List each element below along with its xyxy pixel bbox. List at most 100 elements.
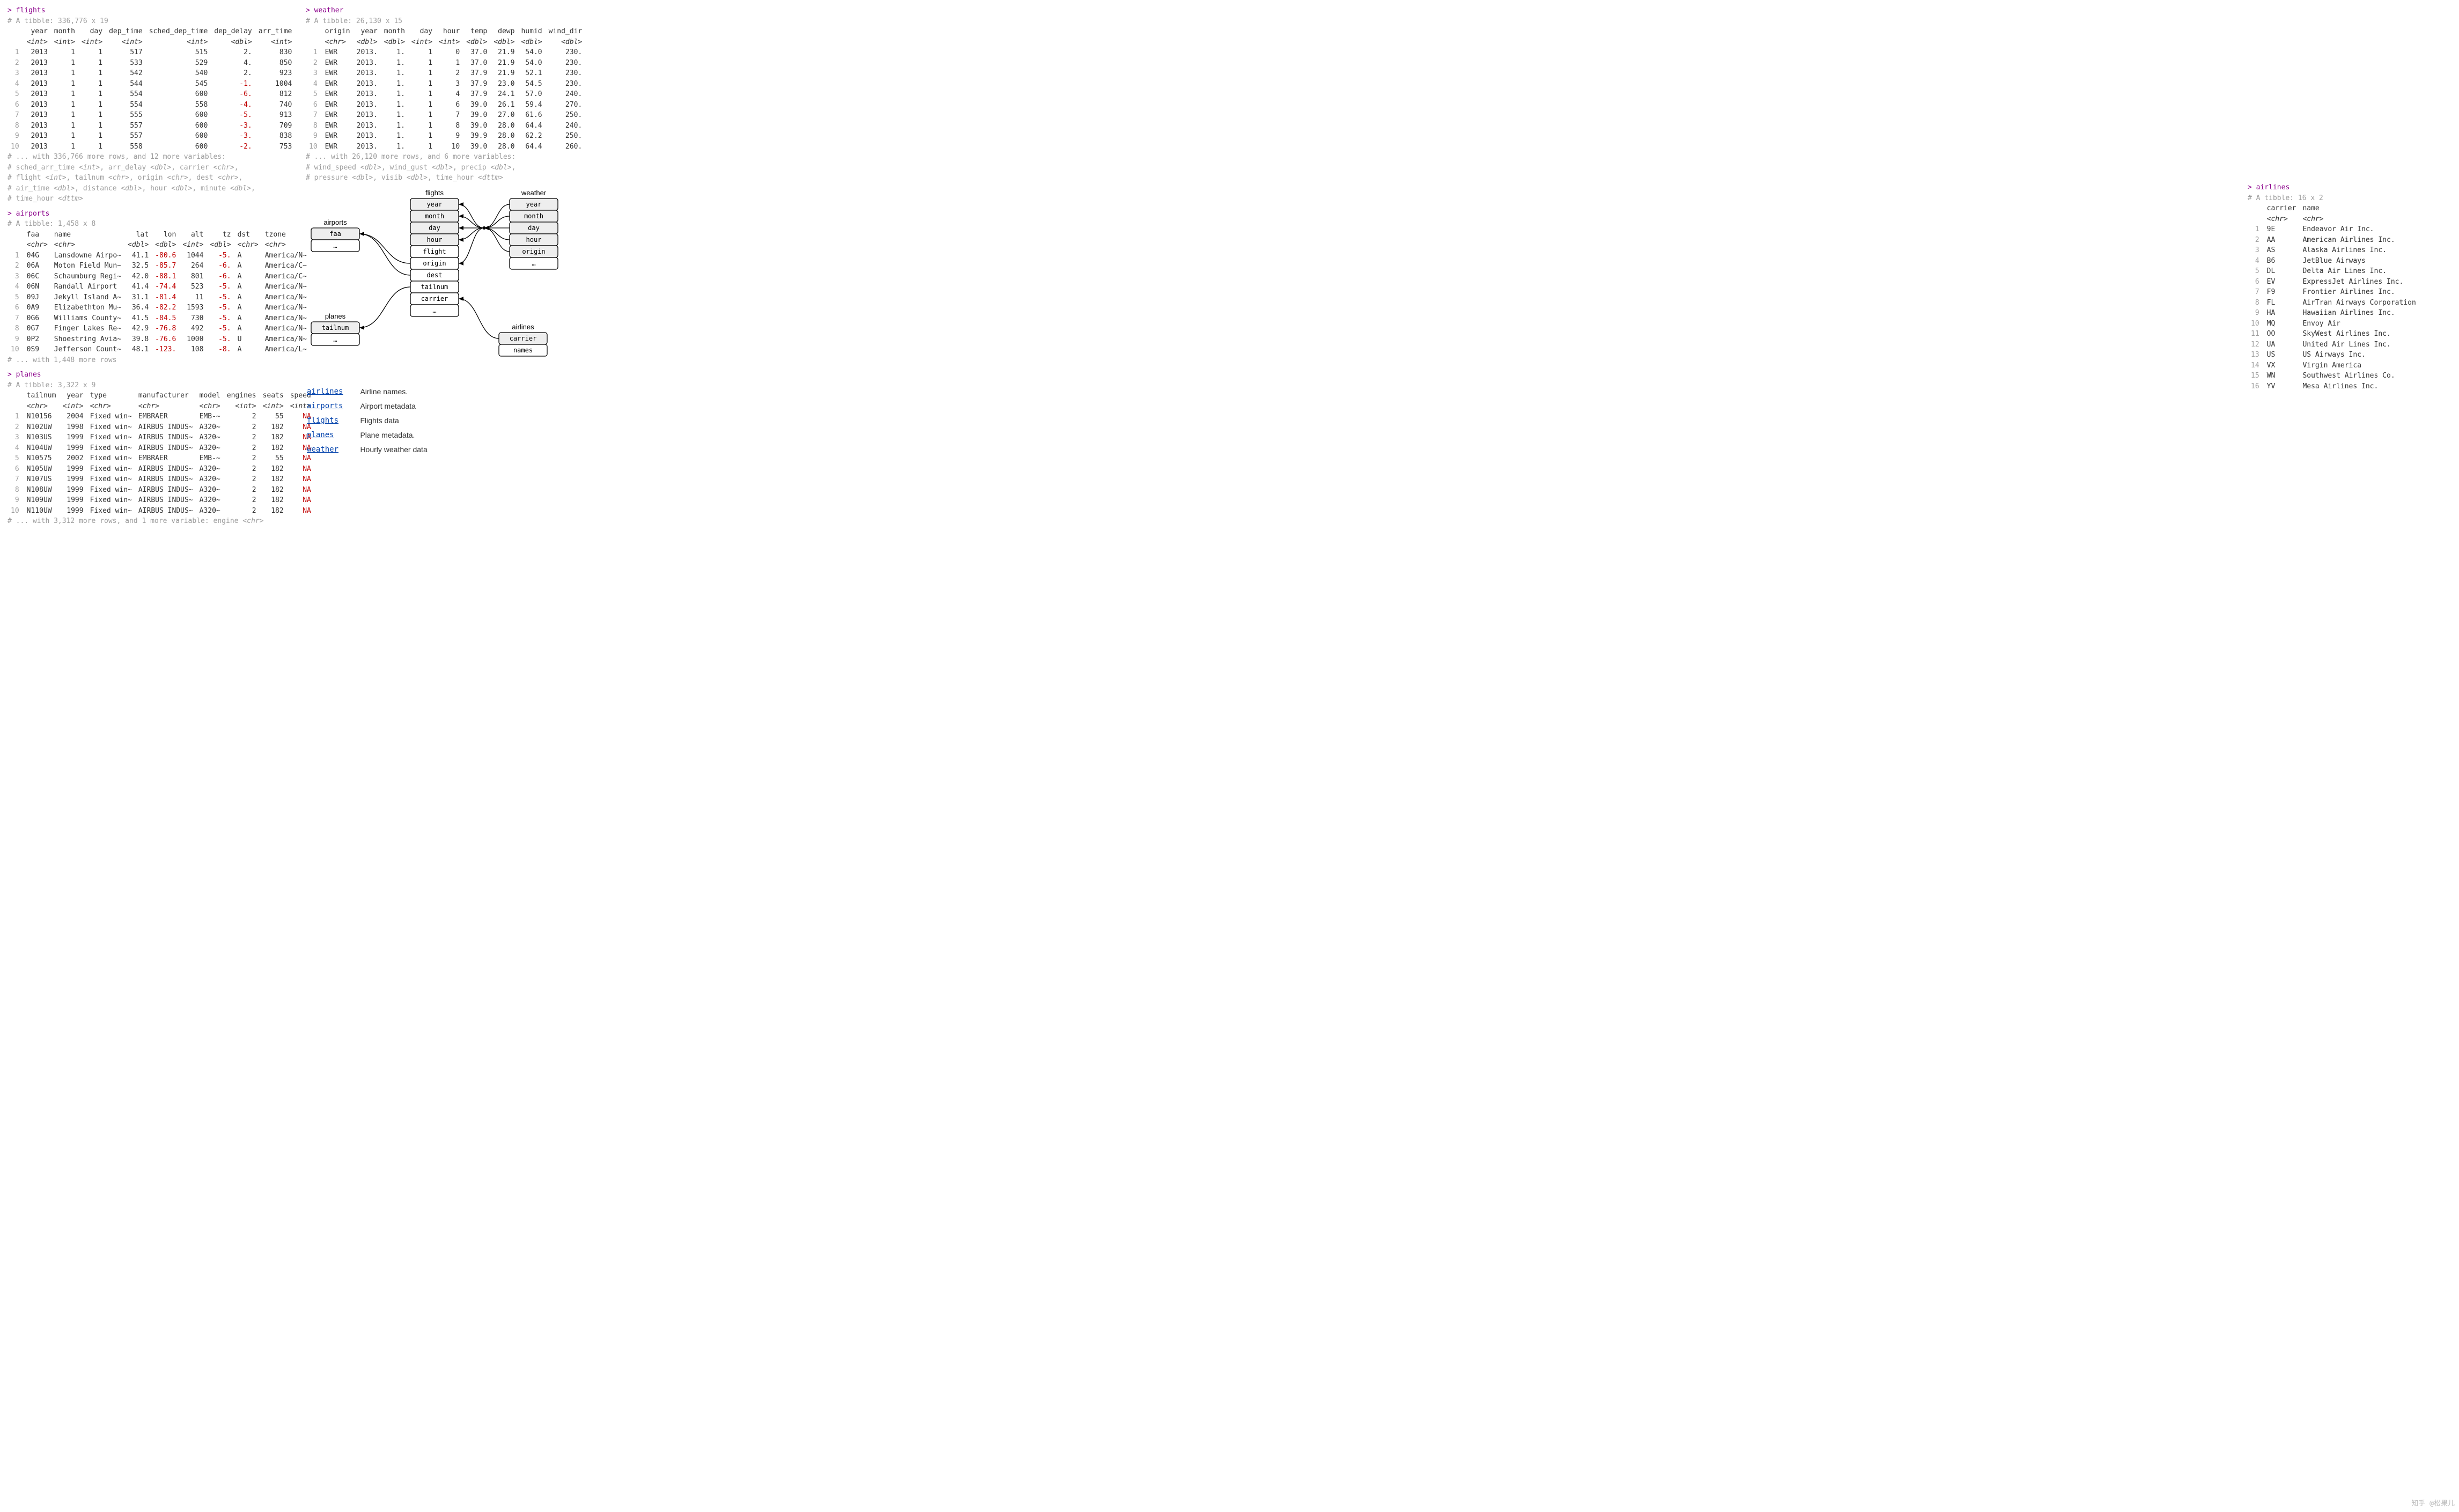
flights-cmd: > flights [8, 5, 297, 16]
col-day: day [408, 26, 436, 37]
table-row: 16YVMesa Airlines Inc. [2248, 381, 2419, 392]
svg-text:weather: weather [521, 189, 547, 197]
svg-text:…: … [432, 307, 436, 314]
table-row: 5N105752002Fixed win~EMBRAEREMB-~255NA [8, 453, 314, 464]
entity-airlines: airlinescarriernames [499, 323, 547, 356]
col-tzone: tzone [262, 230, 310, 240]
col-tz: tz [207, 230, 234, 240]
link-flights[interactable]: flights [307, 416, 338, 425]
link-airports[interactable]: airports [307, 402, 343, 410]
dataset-row-airlines: airlines Airline names. [307, 385, 444, 399]
svg-text:flights: flights [425, 189, 444, 197]
col-month: month [381, 26, 408, 37]
col-seats: seats [260, 390, 287, 401]
table-row: 19EEndeavor Air Inc. [2248, 224, 2419, 235]
col-year: year [24, 26, 51, 37]
svg-text:airlines: airlines [512, 323, 534, 331]
svg-text:day: day [429, 224, 440, 232]
col-dep_time: dep_time [106, 26, 146, 37]
dataset-row-planes: planes Plane metadata. [307, 429, 444, 442]
link-airlines[interactable]: airlines [307, 387, 343, 396]
weather-table: originyearmonthdayhourtempdewphumidwind_… [306, 26, 585, 152]
col-name: name [51, 230, 124, 240]
table-row: 3N103US1999Fixed win~AIRBUS INDUS~A320~2… [8, 432, 314, 443]
svg-text:tailnum: tailnum [322, 324, 349, 331]
col-hour: hour [436, 26, 463, 37]
weather-tibble: > weather# A tibble: 26,130 x 15originye… [306, 5, 2239, 183]
desc-planes: Plane metadata. [360, 429, 443, 442]
table-row: 11OOSkyWest Airlines Inc. [2248, 329, 2419, 340]
col-sched_dep_time: sched_dep_time [146, 26, 211, 37]
desc-weather: Hourly weather data [360, 443, 443, 456]
svg-text:names: names [513, 346, 533, 354]
table-row: 9201311557600-3.838 [8, 131, 295, 142]
table-row: 12UAUnited Air Lines Inc. [2248, 340, 2419, 350]
svg-text:month: month [524, 212, 543, 220]
table-row: 7N107US1999Fixed win~AIRBUS INDUS~A320~2… [8, 474, 314, 485]
svg-text:…: … [532, 260, 535, 267]
airports-dim: # A tibble: 1,458 x 8 [8, 219, 297, 230]
svg-text:year: year [526, 201, 542, 208]
entity-flights: flightsyearmonthdayhourflightorigindestt… [410, 189, 459, 316]
planes-tibble: > planes# A tibble: 3,322 x 9tailnumyear… [8, 370, 297, 527]
table-row: 8FLAirTran Airways Corporation [2248, 298, 2419, 308]
table-row: 4201311544545-1.1004 [8, 79, 295, 90]
planes-cmd: > planes [8, 370, 297, 380]
airlines-cmd: > airlines [2248, 182, 2451, 193]
table-row: 12013115175152.830 [8, 47, 295, 58]
weather-dim: # A tibble: 26,130 x 15 [306, 16, 2239, 27]
table-row: 8EWR2013.1.1839.028.064.4240. [306, 121, 585, 131]
table-row: 10MQEnvoy Air [2248, 319, 2419, 329]
col-humid: humid [518, 26, 545, 37]
table-row: 5201311554600-6.812 [8, 89, 295, 100]
flights-tibble: > flights# A tibble: 336,776 x 19yearmon… [8, 5, 297, 204]
planes-table: tailnumyeartypemanufacturermodelenginess… [8, 390, 314, 516]
table-row: 6201311554558-4.740 [8, 100, 295, 110]
table-row: 8201311557600-3.709 [8, 121, 295, 131]
table-row: 15WNSouthwest Airlines Co. [2248, 371, 2419, 381]
col-arr_time: arr_time [255, 26, 296, 37]
col-year: year [354, 26, 381, 37]
table-row: 9N109UW1999Fixed win~AIRBUS INDUS~A320~2… [8, 495, 314, 506]
table-row: 406NRandall Airport41.4-74.4523-5.AAmeri… [8, 282, 310, 292]
table-row: 2N102UW1998Fixed win~AIRBUS INDUS~A320~2… [8, 422, 314, 433]
table-row: 10N110UW1999Fixed win~AIRBUS INDUS~A320~… [8, 506, 314, 517]
svg-text:…: … [333, 336, 337, 343]
col-dep_delay: dep_delay [211, 26, 255, 37]
svg-text:year: year [427, 201, 443, 208]
svg-text:tailnum: tailnum [421, 283, 448, 291]
table-row: 60A9Elizabethton Mu~36.4-82.21593-5.AAme… [8, 303, 310, 313]
svg-text:faa: faa [329, 230, 341, 238]
svg-text:origin: origin [423, 260, 446, 267]
col-type: type [87, 390, 135, 401]
watermark: 知乎 @松果儿 [2411, 1499, 2455, 1509]
col-engines: engines [224, 390, 260, 401]
table-row: 70G6Williams County~41.5-84.5730-5.AAmer… [8, 313, 310, 324]
link-planes[interactable]: planes [307, 431, 334, 439]
svg-text:month: month [425, 212, 444, 220]
weather-footer: # wind_speed <dbl>, wind_gust <dbl>, pre… [306, 163, 2239, 173]
desc-flights: Flights data [360, 414, 443, 427]
desc-airlines: Airline names. [360, 385, 443, 399]
dataset-row-airports: airports Airport metadata [307, 400, 444, 413]
table-row: 100S9Jefferson Count~48.1-123.108-8.AAme… [8, 344, 310, 355]
table-row: 13USUS Airways Inc. [2248, 350, 2419, 360]
table-row: 2AAAmerican Airlines Inc. [2248, 235, 2419, 246]
table-row: 3ASAlaska Airlines Inc. [2248, 245, 2419, 256]
table-row: 22013115335294.850 [8, 58, 295, 69]
weather-cmd: > weather [306, 5, 2239, 16]
col-manufacturer: manufacturer [135, 390, 196, 401]
table-row: 32013115425402.923 [8, 68, 295, 79]
col-name: name [2299, 203, 2419, 214]
col-wind_dir: wind_dir [546, 26, 586, 37]
planes-footer: # ... with 3,312 more rows, and 1 more v… [8, 516, 297, 527]
planes-dim: # A tibble: 3,322 x 9 [8, 380, 297, 391]
entity-weather: weatheryearmonthdayhourorigin… [510, 189, 558, 269]
svg-text:hour: hour [427, 236, 443, 244]
table-row: 6N105UW1999Fixed win~AIRBUS INDUS~A320~2… [8, 464, 314, 475]
entity-airports: airportsfaa… [311, 218, 359, 252]
airports-tibble: > airports# A tibble: 1,458 x 8faanamela… [8, 209, 297, 366]
table-row: 1EWR2013.1.1037.021.954.0230. [306, 47, 585, 58]
svg-text:dest: dest [427, 271, 443, 279]
link-weather[interactable]: weather [307, 445, 338, 454]
